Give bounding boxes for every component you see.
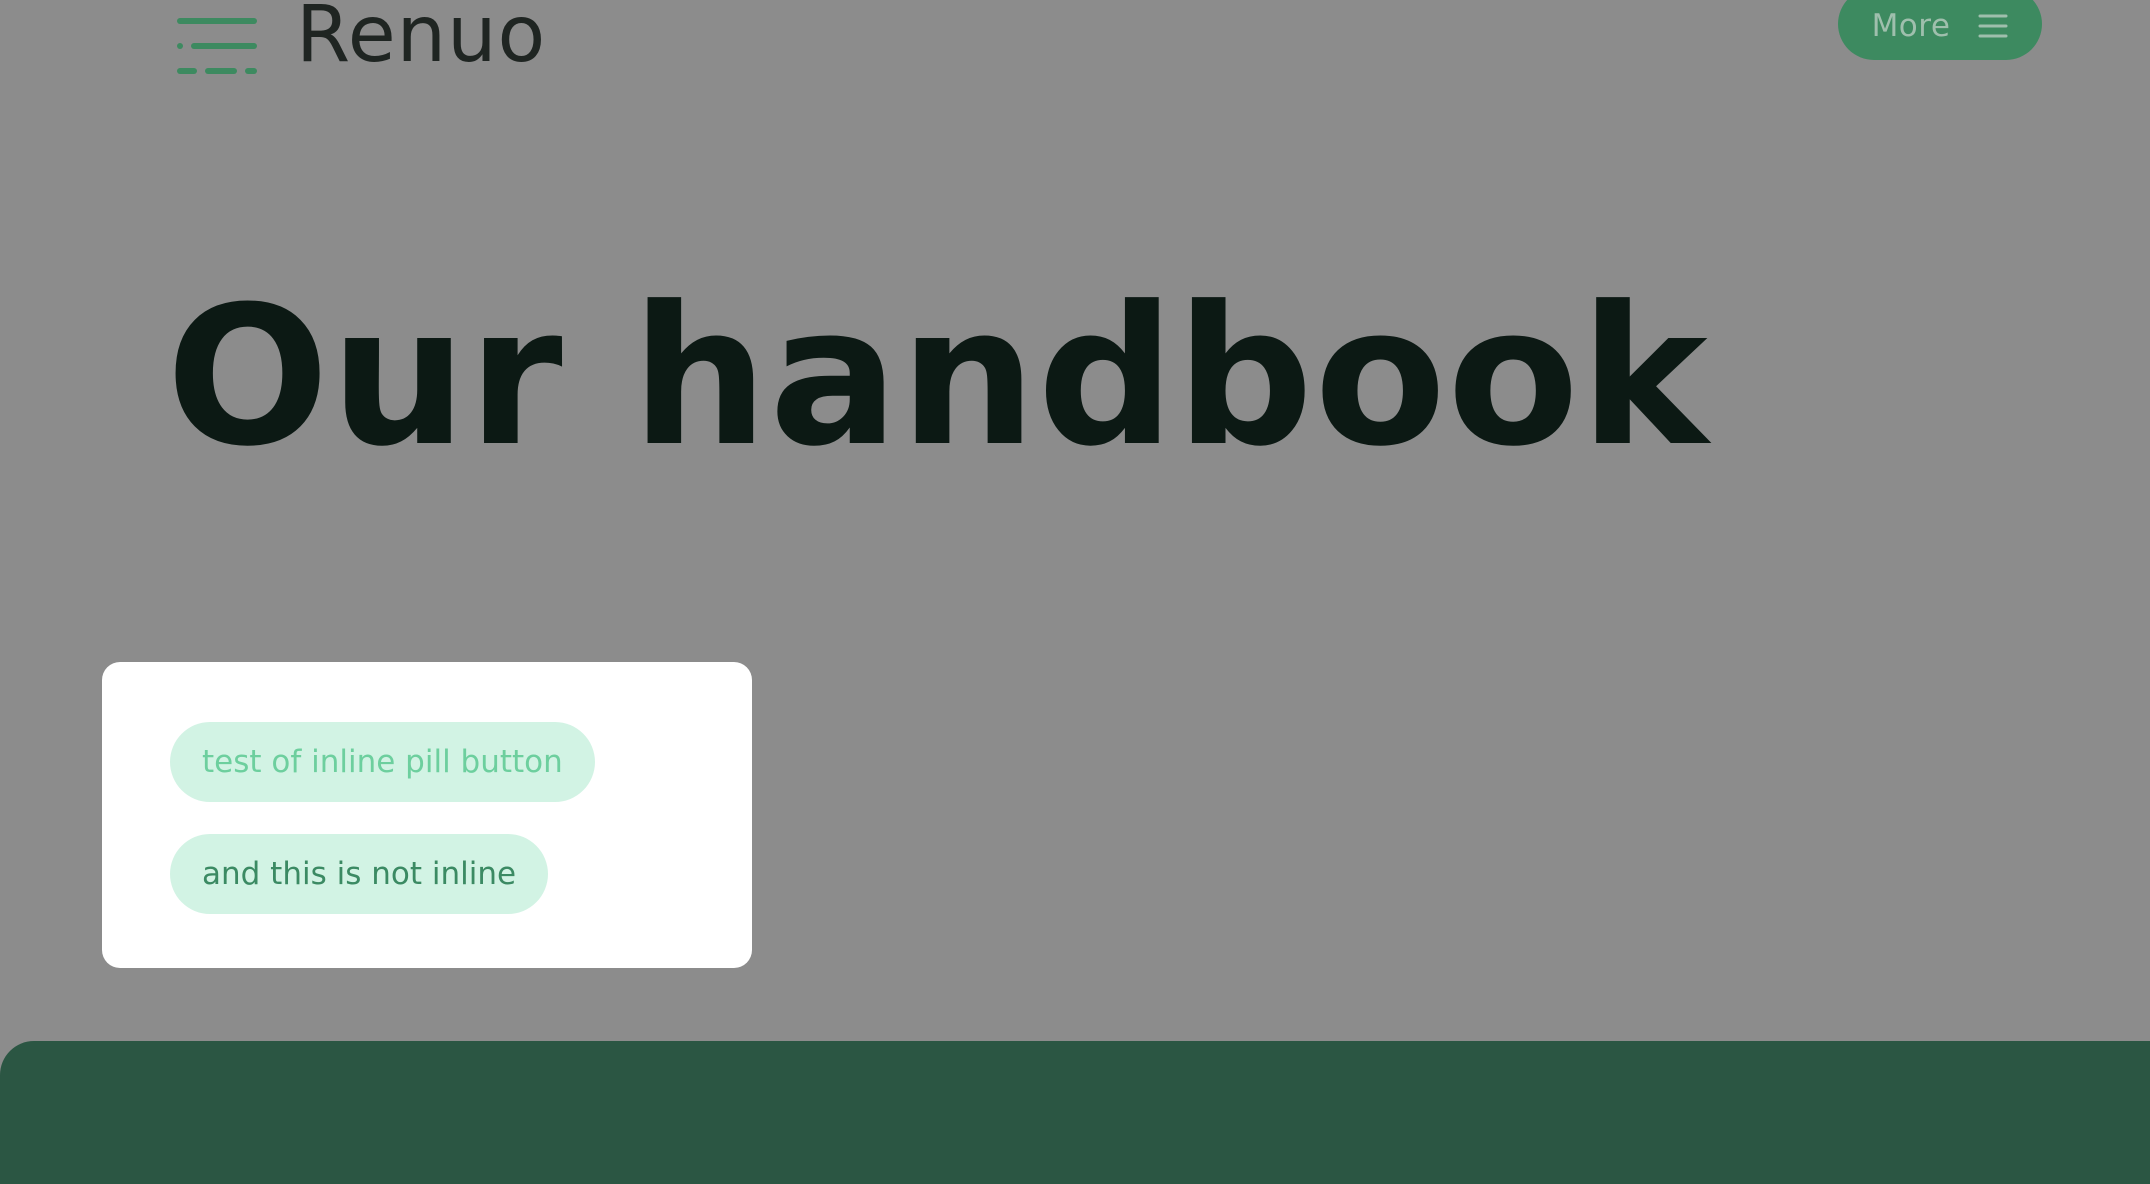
more-button-label: More: [1871, 8, 1951, 44]
block-pill-button[interactable]: and this is not inline: [170, 834, 549, 914]
logo-text: Renuo: [296, 0, 547, 80]
footer-section: [0, 1041, 2150, 1184]
logo[interactable]: Renuo: [176, 0, 546, 80]
pill-button-card: test of inline pill button and this is n…: [102, 662, 752, 968]
more-menu-button[interactable]: More: [1838, 0, 2042, 60]
hamburger-menu-icon: [1978, 14, 2008, 38]
site-header: Renuo More: [0, 0, 2150, 90]
page-title: Our handbook: [166, 266, 1709, 489]
inline-pill-button[interactable]: test of inline pill button: [170, 722, 595, 802]
renuo-logo-icon: [177, 18, 257, 74]
